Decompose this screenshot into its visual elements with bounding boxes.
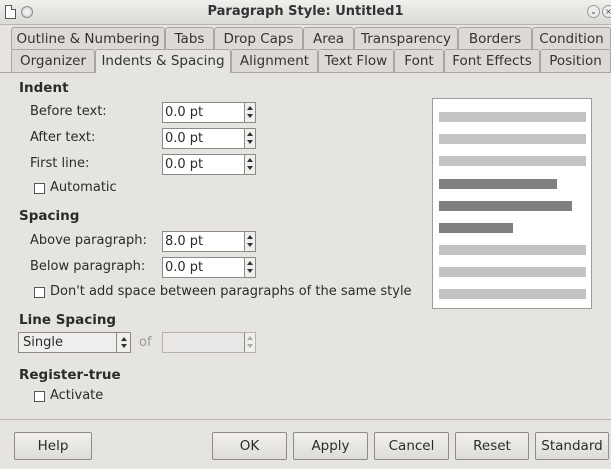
tab-condition[interactable]: Condition xyxy=(532,27,611,50)
below-paragraph-label: Below paragraph: xyxy=(30,259,146,274)
tab-organizer[interactable]: Organizer xyxy=(11,49,95,72)
automatic-label[interactable]: Automatic xyxy=(50,180,117,195)
spin-down-icon[interactable] xyxy=(247,140,253,144)
register-true-heading: Register-true xyxy=(19,367,121,383)
tab-transparency[interactable]: Transparency xyxy=(354,27,458,50)
preview-line xyxy=(439,245,586,255)
paragraph-preview xyxy=(432,98,592,309)
preview-line xyxy=(439,112,586,122)
tabs-divider xyxy=(0,72,611,73)
before-text-value[interactable]: 0.0 pt xyxy=(165,105,203,120)
after-text-label: After text: xyxy=(30,130,96,145)
tab-position[interactable]: Position xyxy=(540,49,611,72)
line-spacing-of-spinbox xyxy=(162,332,256,353)
spin-down-icon[interactable] xyxy=(247,269,253,273)
before-text-label: Before text: xyxy=(30,104,107,119)
tab-indents-spacing[interactable]: Indents & Spacing xyxy=(95,49,231,73)
line-spacing-heading: Line Spacing xyxy=(19,312,117,328)
tab-drop-caps[interactable]: Drop Caps xyxy=(214,27,303,50)
window-title: Paragraph Style: Untitled1 xyxy=(207,4,404,19)
tab-font[interactable]: Font xyxy=(394,49,444,72)
tab-text-flow[interactable]: Text Flow xyxy=(318,49,394,72)
of-label: of xyxy=(139,335,152,350)
chevron-up-icon[interactable] xyxy=(121,337,127,341)
first-line-value[interactable]: 0.0 pt xyxy=(165,157,203,172)
spin-down-icon[interactable] xyxy=(247,114,253,118)
tab-row-2: Organizer Indents & Spacing Alignment Te… xyxy=(0,49,611,73)
tab-outline-numbering[interactable]: Outline & Numbering xyxy=(11,27,165,50)
standard-button[interactable]: Standard xyxy=(535,432,609,460)
dont-add-space-checkbox[interactable] xyxy=(34,287,45,298)
after-text-value[interactable]: 0.0 pt xyxy=(165,131,203,146)
spin-down-icon xyxy=(247,344,253,348)
automatic-checkbox[interactable] xyxy=(34,183,45,194)
dont-add-space-label[interactable]: Don't add space between paragraphs of th… xyxy=(50,284,412,299)
tab-font-effects[interactable]: Font Effects xyxy=(444,49,540,72)
ok-button[interactable]: OK xyxy=(212,432,287,460)
preview-line-current xyxy=(439,223,513,233)
below-paragraph-spinbox[interactable]: 0.0 pt xyxy=(162,257,256,278)
close-icon[interactable]: × xyxy=(602,5,611,18)
after-text-spinbox[interactable]: 0.0 pt xyxy=(162,128,256,149)
help-button[interactable]: Help xyxy=(14,432,92,460)
spin-up-icon[interactable] xyxy=(247,106,253,110)
above-paragraph-spin-arrows[interactable] xyxy=(244,232,255,251)
cancel-button[interactable]: Cancel xyxy=(374,432,449,460)
line-spacing-select[interactable]: Single xyxy=(18,332,131,353)
spin-up-icon[interactable] xyxy=(247,158,253,162)
spin-up-icon[interactable] xyxy=(247,235,253,239)
line-spacing-dropdown-arrows[interactable] xyxy=(116,333,130,352)
before-text-spinbox[interactable]: 0.0 pt xyxy=(162,102,256,123)
spacing-heading: Spacing xyxy=(19,208,80,224)
line-spacing-value[interactable]: Single xyxy=(23,335,63,350)
spin-up-icon[interactable] xyxy=(247,132,253,136)
tab-borders[interactable]: Borders xyxy=(458,27,532,50)
preview-line xyxy=(439,289,586,299)
chevron-down-icon[interactable] xyxy=(121,344,127,348)
reset-button[interactable]: Reset xyxy=(455,432,529,460)
first-line-spinbox[interactable]: 0.0 pt xyxy=(162,154,256,175)
after-text-spin-arrows[interactable] xyxy=(244,129,255,148)
spin-down-icon[interactable] xyxy=(247,243,253,247)
footer-divider xyxy=(0,419,611,420)
minimize-icon[interactable]: ⌄ xyxy=(587,5,600,18)
above-paragraph-spinbox[interactable]: 8.0 pt xyxy=(162,231,256,252)
above-paragraph-value[interactable]: 8.0 pt xyxy=(165,234,203,249)
indent-heading: Indent xyxy=(19,80,69,96)
tab-area[interactable]: Area xyxy=(303,27,354,50)
tab-row-1: Outline & Numbering Tabs Drop Caps Area … xyxy=(0,27,611,50)
before-text-spin-arrows[interactable] xyxy=(244,103,255,122)
tab-alignment[interactable]: Alignment xyxy=(231,49,318,72)
first-line-label: First line: xyxy=(30,156,90,171)
above-paragraph-label: Above paragraph: xyxy=(30,233,147,248)
activate-checkbox[interactable] xyxy=(34,391,45,402)
preview-line xyxy=(439,267,586,277)
activate-label[interactable]: Activate xyxy=(50,388,103,403)
spin-down-icon[interactable] xyxy=(247,166,253,170)
tab-tabs[interactable]: Tabs xyxy=(165,27,214,50)
below-paragraph-spin-arrows[interactable] xyxy=(244,258,255,277)
preview-line-current xyxy=(439,179,557,189)
preview-line xyxy=(439,134,586,144)
title-bar: Paragraph Style: Untitled1 ⌄ × xyxy=(0,0,611,25)
spin-up-icon xyxy=(247,336,253,340)
below-paragraph-value[interactable]: 0.0 pt xyxy=(165,260,203,275)
line-spacing-of-spin-arrows xyxy=(244,333,255,352)
preview-line xyxy=(439,156,586,166)
apply-button[interactable]: Apply xyxy=(293,432,368,460)
first-line-spin-arrows[interactable] xyxy=(244,155,255,174)
preview-line-current xyxy=(439,201,572,211)
spin-up-icon[interactable] xyxy=(247,261,253,265)
